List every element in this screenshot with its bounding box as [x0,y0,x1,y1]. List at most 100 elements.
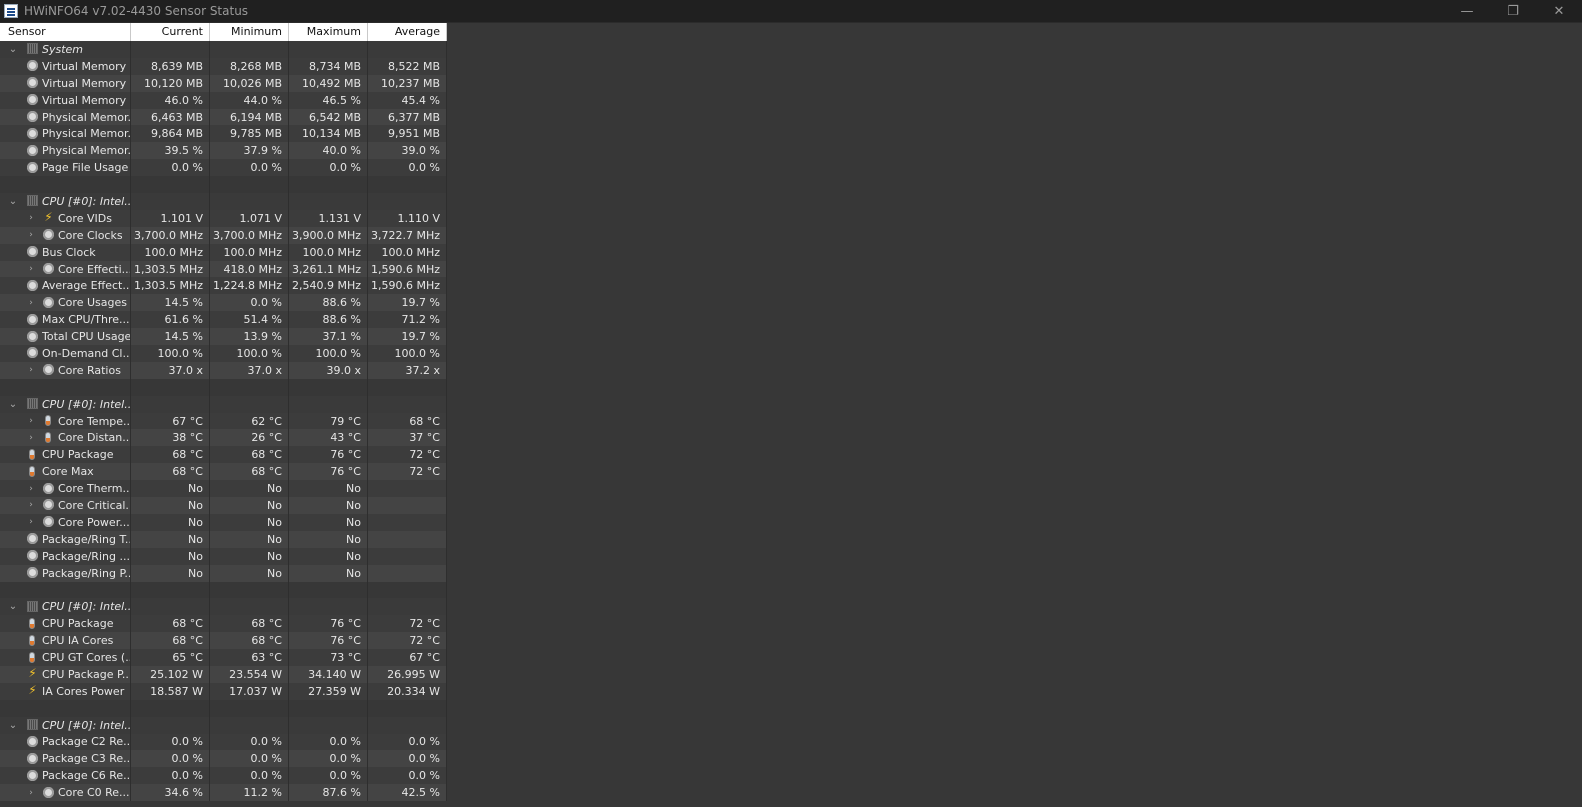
column-header-minimum[interactable]: Minimum [210,23,289,41]
average-value: 0.0 % [368,767,447,785]
close-button[interactable]: ✕ [1536,0,1582,22]
empty-cell [289,395,368,413]
column-header-average[interactable]: Average [368,23,447,41]
expand-chevron-icon[interactable]: › [26,264,36,274]
sensor-row[interactable]: ⚡ IA Cores Power 18.587 W 17.037 W 27.359 W2… [0,682,448,700]
expand-chevron-icon[interactable]: › [26,500,36,510]
expand-chevron-icon[interactable]: › [26,213,36,223]
sensor-row[interactable]: Physical Memor... 9,864 MB 9,785 MB 10,134 … [0,125,448,143]
spacer-cell [0,581,131,599]
average-value: 72 °C [368,615,447,633]
sensor-row[interactable]: Package/Ring P... No No No [0,564,448,582]
current-value: 68 °C [131,615,210,633]
expand-chevron-icon[interactable]: › [26,416,36,426]
sensor-row[interactable]: Core Max 68 °C 68 °C 76 °C 72 °C [0,463,448,481]
expand-chevron-icon[interactable]: › [26,433,36,443]
minimum-value: 44.0 % [210,91,289,109]
sensor-icon [43,516,54,528]
sensor-name-cell: › Core Effecti... [0,260,131,278]
spacer-cell [0,699,131,717]
sensor-row[interactable]: › Core Usages 14.5 % 0.0 % 88.6 % 19.7 % [0,294,448,312]
sensor-group-row[interactable]: ⌄ CPU [#0]: Intel... [0,193,448,210]
sensor-label: Physical Memor... [42,110,130,124]
sensor-row[interactable]: Virtual Memory ...8,639 MB8,268 MB8,734 … [0,57,448,75]
sensor-row[interactable]: Max CPU/Thre... 61.6 % 51.4 % 88.6 % 71.2 % [0,311,448,329]
maximize-button[interactable]: ❐ [1490,0,1536,22]
sensor-name-cell: › Core Clocks [0,226,131,244]
sensor-row[interactable]: ⚡ CPU Package P... 25.102 W 23.554 W 34.140 … [0,665,448,683]
sensor-row[interactable]: Page File Usage 0.0 % 0.0 % 0.0 % 0.0 % [0,159,448,177]
sensor-row[interactable]: › Core C0 Re... 34.6 % 11.2 % 87.6 % 42.5 % [0,784,448,802]
chip-icon [27,600,38,612]
average-value: 42.5 % [368,784,447,802]
sensor-group-row[interactable]: ⌄ CPU [#0]: Intel... [0,716,448,734]
expand-chevron-icon[interactable]: › [26,517,36,527]
sensor-row[interactable]: Bus Clock 100.0 MHz 100.0 MHz 100.0 MHz 100.… [0,243,448,261]
sensor-row[interactable]: › Core Tempe... 67 °C 62 °C 79 °C 68 °C [0,412,448,430]
sensor-group-row[interactable]: ⌄ System [0,41,448,58]
sensor-row[interactable]: › Core Ratios 37.0 x 37.0 x 39.0 x 37.2 x [0,361,448,379]
collapse-chevron-icon[interactable]: ⌄ [8,399,18,410]
sensor-row[interactable]: › Core Effecti... 1,303.5 MHz 418.0 MHz 3,26… [0,260,448,278]
collapse-chevron-icon[interactable]: ⌄ [8,601,18,612]
sensor-name-cell: › Core Ratios [0,361,131,379]
sensor-name-cell: Max CPU/Thre... [0,311,131,329]
sensor-row[interactable]: › Core Critical... No No No [0,497,448,514]
sensor-row[interactable]: Package C3 Re... 0.0 % 0.0 % 0.0 % 0.0 % [0,750,448,768]
sensor-row[interactable]: Average Effect... 1,303.5 MHz 1,224.8 MHz 2… [0,277,448,295]
sensor-row[interactable]: Total CPU Usage 14.5 % 13.9 % 37.1 % 19.7 % [0,328,448,346]
sensor-label: Core Therm... [58,482,130,496]
sensor-group-row[interactable]: ⌄ CPU [#0]: Intel... [0,598,448,616]
collapse-chevron-icon[interactable]: ⌄ [8,44,18,55]
current-value: 65 °C [131,649,210,666]
sensor-row[interactable]: › ⚡ Core VIDs 1.101 V 1.071 V 1.131 V 1.110 V [0,209,448,227]
maximum-value: 88.6 % [289,294,368,312]
expand-chevron-icon[interactable]: › [26,298,36,308]
sensor-row[interactable]: Package C6 Re... 0.0 % 0.0 % 0.0 % 0.0 % [0,767,448,785]
sensor-row[interactable]: Physical Memor... 39.5 % 37.9 % 40.0 % 39.0 … [0,142,448,160]
sensor-row[interactable]: Physical Memor... 6,463 MB 6,194 MB 6,542 M… [0,108,448,126]
sensor-name-cell: CPU GT Cores (... [0,649,131,666]
maximum-value: 43 °C [289,429,368,447]
sensor-row[interactable]: Virtual Memory ...10,120 MB10,026 MB10,4… [0,74,448,92]
sensor-row[interactable]: › Core Power... No No No [0,513,448,531]
expand-chevron-icon[interactable]: › [26,230,36,240]
sensor-icon [27,735,38,747]
sensor-label: Bus Clock [42,245,96,259]
spacer-row [0,176,448,194]
maximum-value: 0.0 % [289,750,368,768]
current-value: 8,639 MB [131,57,210,75]
sensor-row[interactable]: CPU Package 68 °C 68 °C 76 °C 72 °C [0,446,448,464]
sensor-row[interactable]: CPU Package 68 °C 68 °C 76 °C 72 °C [0,615,448,633]
sensor-group-row[interactable]: ⌄ CPU [#0]: Intel... [0,395,448,413]
minimize-button[interactable]: — [1444,0,1490,22]
column-header-sensor[interactable]: Sensor [0,23,131,41]
column-header-maximum[interactable]: Maximum [289,23,368,41]
collapse-chevron-icon[interactable]: ⌄ [8,720,18,731]
average-value: 1,590.6 MHz [368,260,447,278]
collapse-chevron-icon[interactable]: ⌄ [8,196,18,207]
spacer-cell [368,176,447,194]
sensor-row[interactable]: On-Demand Cl... 100.0 % 100.0 % 100.0 % 100.… [0,345,448,362]
maximum-value: 10,492 MB [289,74,368,92]
sensor-label: Core Clocks [58,228,123,242]
expand-chevron-icon[interactable]: › [26,788,36,798]
sensor-row[interactable]: CPU IA Cores 68 °C 68 °C 76 °C 72 °C [0,632,448,650]
sensor-label: Core Tempe... [58,414,130,428]
chip-icon [27,195,38,207]
sensor-row[interactable]: Virtual Memory ...46.0 %44.0 %46.5 %45.4… [0,91,448,109]
sensor-row[interactable]: › Core Distan... 38 °C 26 °C 43 °C 37 °C [0,429,448,447]
thermometer-icon [29,465,35,477]
spacer-row [0,378,448,396]
sensor-row[interactable]: Package C2 Re... 0.0 % 0.0 % 0.0 % 0.0 % [0,733,448,751]
sensor-row[interactable]: Package/Ring T... No No No [0,530,448,548]
spacer-cell [368,378,447,396]
column-header-current[interactable]: Current [131,23,210,41]
sensor-row[interactable]: › Core Clocks 3,700.0 MHz 3,700.0 MHz 3,900.… [0,226,448,244]
expand-chevron-icon[interactable]: › [26,365,36,375]
sensor-row[interactable]: CPU GT Cores (... 65 °C 63 °C 73 °C 67 °C [0,649,448,666]
sensor-row[interactable]: › Core Therm... No No No [0,480,448,498]
expand-chevron-icon[interactable]: › [26,484,36,494]
empty-cell [131,395,210,413]
sensor-row[interactable]: Package/Ring ... No No No [0,547,448,565]
